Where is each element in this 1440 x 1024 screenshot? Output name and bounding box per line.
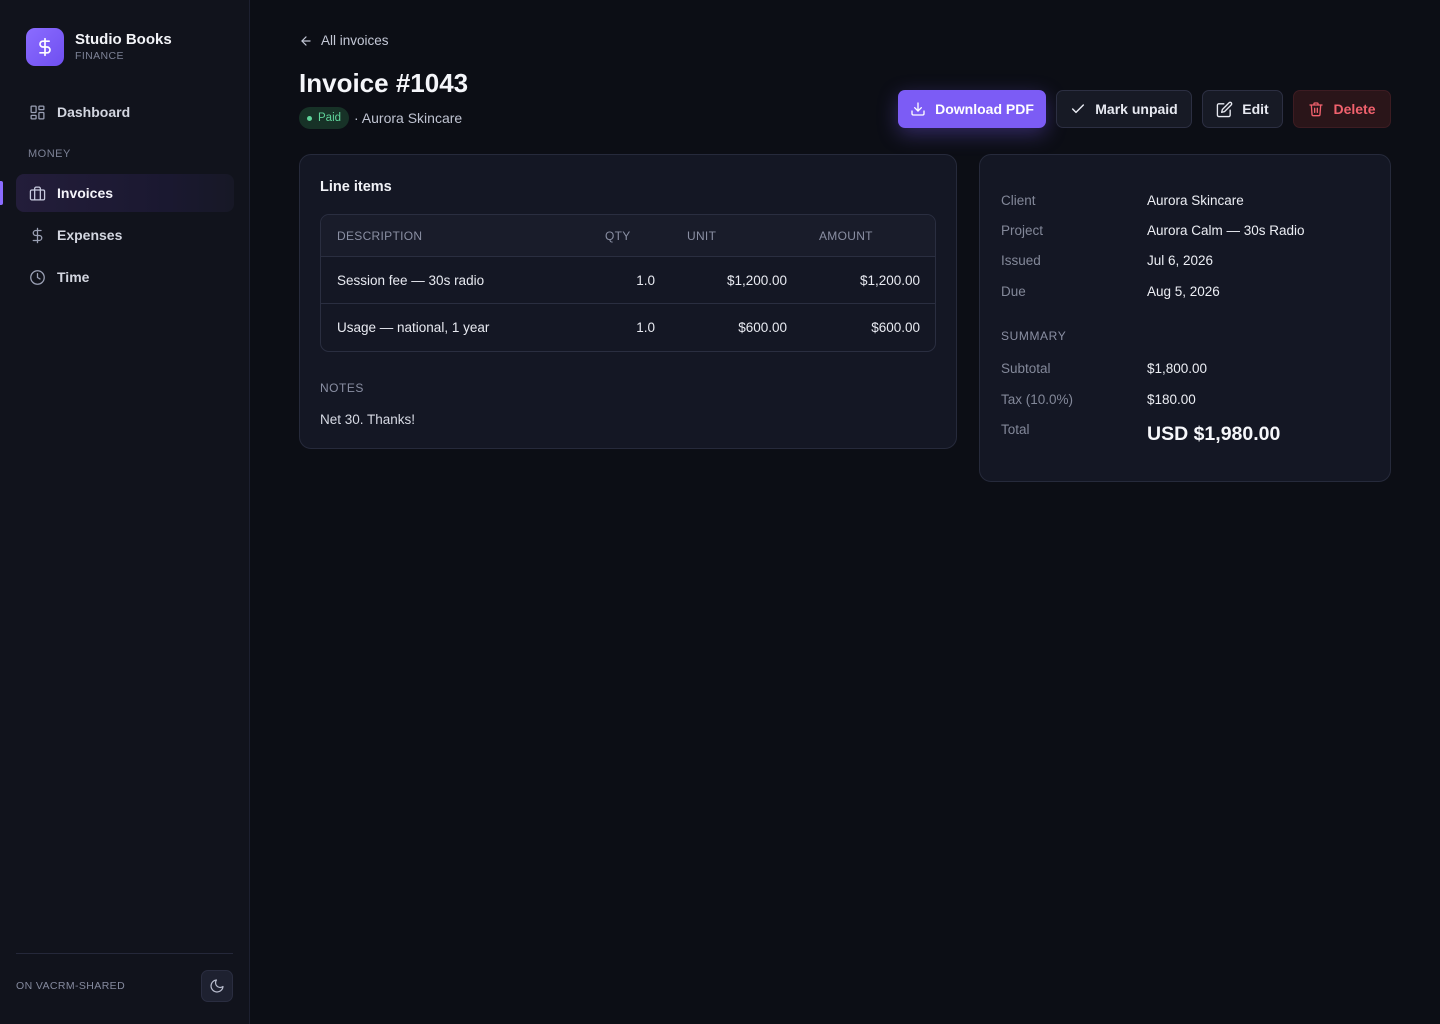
dollar-icon <box>26 28 64 66</box>
summary-heading: SUMMARY <box>1001 329 1067 343</box>
due-value: Aug 5, 2026 <box>1147 284 1220 299</box>
due-label: Due <box>1001 284 1026 299</box>
column-header-description: DESCRIPTION <box>337 229 423 243</box>
status-dot <box>307 115 312 121</box>
cell-qty: 1.0 <box>636 273 655 288</box>
total-label: Total <box>1001 422 1030 437</box>
column-header-qty: QTY <box>605 229 631 243</box>
sidebar-item-dashboard[interactable]: Dashboard <box>16 93 234 131</box>
notes-text: Net 30. Thanks! <box>320 412 416 427</box>
client-value: Aurora Skincare <box>1147 193 1244 208</box>
line-items-card: Line items DESCRIPTION QTY UNIT AMOUNT S… <box>299 154 957 449</box>
notes-label: NOTES <box>320 381 364 395</box>
moon-icon <box>209 978 225 994</box>
brand-subtitle: FINANCE <box>75 50 124 62</box>
sidebar-item-label: Time <box>57 269 90 285</box>
download-icon <box>910 101 926 117</box>
workspace-label: ON VACRM-SHARED <box>16 980 126 992</box>
button-label: Download PDF <box>935 101 1034 117</box>
column-header-amount: AMOUNT <box>819 229 873 243</box>
divider <box>16 953 233 954</box>
arrow-left-icon <box>299 34 313 48</box>
issued-label: Issued <box>1001 253 1041 268</box>
download-pdf-button[interactable]: Download PDF <box>898 90 1046 128</box>
delete-button[interactable]: Delete <box>1293 90 1391 128</box>
dollar-icon <box>28 226 46 244</box>
theme-toggle-button[interactable] <box>201 970 233 1002</box>
sidebar: Studio Books FINANCE Dashboard MONEY Inv… <box>0 0 250 1024</box>
clock-icon <box>28 268 46 286</box>
cell-description: Usage — national, 1 year <box>337 320 490 335</box>
dashboard-grid-icon <box>28 103 46 121</box>
invoice-details-card: Client Aurora Skincare Project Aurora Ca… <box>979 154 1391 482</box>
cell-unit: $600.00 <box>738 320 787 335</box>
brand-name: Studio Books <box>75 31 172 48</box>
sidebar-item-label: Invoices <box>57 185 114 201</box>
brand[interactable]: Studio Books FINANCE <box>26 28 172 66</box>
button-label: Delete <box>1333 101 1376 117</box>
back-link-all-invoices[interactable]: All invoices <box>299 33 389 48</box>
line-items-table: DESCRIPTION QTY UNIT AMOUNT Session fee … <box>320 214 936 352</box>
mark-unpaid-button[interactable]: Mark unpaid <box>1056 90 1192 128</box>
sidebar-item-label: Expenses <box>57 227 123 243</box>
cell-qty: 1.0 <box>636 320 655 335</box>
sidebar-item-label: Dashboard <box>57 104 131 120</box>
issued-value: Jul 6, 2026 <box>1147 253 1214 268</box>
project-value: Aurora Calm — 30s Radio <box>1147 223 1305 238</box>
total-value: USD $1,980.00 <box>1147 423 1281 445</box>
invoice-subline: Paid · Aurora Skincare <box>299 107 462 129</box>
trash-icon <box>1308 101 1324 117</box>
column-header-unit: UNIT <box>687 229 717 243</box>
subtotal-label: Subtotal <box>1001 361 1051 376</box>
nav-section-label: MONEY <box>28 148 71 160</box>
cell-unit: $1,200.00 <box>726 273 787 288</box>
status-badge: Paid <box>299 107 350 129</box>
status-label: Paid <box>318 112 342 124</box>
line-items-title: Line items <box>320 179 392 195</box>
cell-description: Session fee — 30s radio <box>337 273 485 288</box>
back-link-label: All invoices <box>321 33 389 48</box>
sidebar-item-expenses[interactable]: Expenses <box>16 216 234 254</box>
app-root: Studio Books FINANCE Dashboard MONEY Inv… <box>0 0 1440 1024</box>
table-row: Usage — national, 1 year 1.0 $600.00 $60… <box>321 304 935 351</box>
client-name: · Aurora Skincare <box>354 110 463 126</box>
cell-amount: $1,200.00 <box>859 273 920 288</box>
project-label: Project <box>1001 223 1044 238</box>
sidebar-item-time[interactable]: Time <box>16 258 234 296</box>
check-icon <box>1070 101 1086 117</box>
briefcase-icon <box>28 184 46 202</box>
cell-amount: $600.00 <box>871 320 920 335</box>
edit-icon <box>1216 101 1233 118</box>
table-row: Session fee — 30s radio 1.0 $1,200.00 $1… <box>321 257 935 304</box>
page-title: Invoice #1043 <box>299 68 469 98</box>
client-label: Client <box>1001 193 1036 208</box>
active-indicator <box>0 181 3 205</box>
edit-button[interactable]: Edit <box>1202 90 1283 128</box>
sidebar-item-invoices[interactable]: Invoices <box>16 174 234 212</box>
subtotal-value: $1,800.00 <box>1147 361 1208 376</box>
tax-label: Tax (10.0%) <box>1001 392 1074 407</box>
button-label: Edit <box>1242 101 1269 117</box>
button-label: Mark unpaid <box>1095 101 1178 117</box>
tax-value: $180.00 <box>1147 392 1196 407</box>
table-header: DESCRIPTION QTY UNIT AMOUNT <box>321 215 935 257</box>
